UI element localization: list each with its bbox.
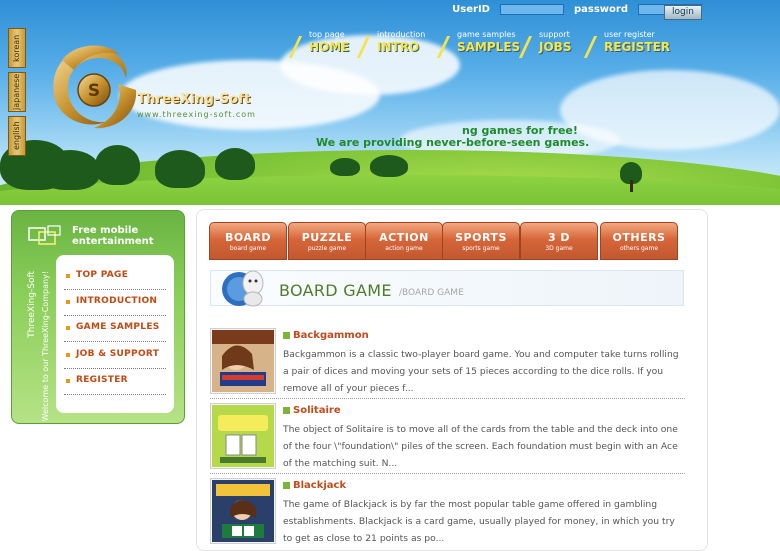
list-item: Solitaire The object of Solitaire is to … <box>210 401 685 474</box>
section-header: BOARD GAME /BOARD GAME <box>210 270 684 307</box>
lang-tab-japanese[interactable]: japanese <box>8 72 26 112</box>
sidebar-item-job-support[interactable]: JOB & SUPPORT <box>64 344 166 369</box>
tab-3d[interactable]: 3 D 3D game <box>520 222 598 260</box>
language-tabs: korean japanese english <box>8 28 26 158</box>
tab-sports[interactable]: SPORTS sports game <box>442 222 520 260</box>
tab-label: ACTION <box>379 231 429 244</box>
logo-url: www.threexing-soft.com <box>137 110 256 119</box>
logo-emblem-icon[interactable]: S <box>44 40 144 135</box>
logo-name[interactable]: ThreeXing-Soft <box>137 92 251 107</box>
tab-others[interactable]: OTHERS others game <box>600 222 678 260</box>
sidebar-item-label: JOB & SUPPORT <box>76 349 160 359</box>
tab-puzzle[interactable]: PUZZLE puzzle game <box>288 222 366 260</box>
game-title[interactable]: Solitaire <box>293 405 341 416</box>
sidebar-title: Free mobile entertainment <box>72 225 154 247</box>
lang-tab-korean[interactable]: korean <box>8 28 26 68</box>
nav-intro-caption: introduction <box>377 30 426 39</box>
nav-register-label[interactable]: REGISTER <box>604 40 670 54</box>
tab-label: PUZZLE <box>301 231 353 244</box>
nav-register-caption: user register <box>604 30 655 39</box>
game-description: The game of Blackjack is by far the most… <box>283 499 675 544</box>
tab-board[interactable]: BOARD board game <box>209 222 287 260</box>
tree <box>330 158 360 176</box>
game-character-icon <box>222 270 264 307</box>
game-description: The object of Solitaire is to move all o… <box>283 424 678 469</box>
tab-caption: board game <box>229 245 267 252</box>
blackjack-thumbnail[interactable] <box>210 478 276 544</box>
list-item: Backgammon Backgammon is a classic two-p… <box>210 326 685 399</box>
game-description: Backgammon is a classic two-player board… <box>283 349 679 394</box>
login-button[interactable]: login <box>664 5 702 20</box>
sidebar-welcome-text: Welcome to our ThreeXing-Company! <box>41 271 50 422</box>
bullet-icon <box>66 326 70 330</box>
tab-caption: 3D game <box>545 245 573 252</box>
tree-trunk <box>630 180 633 192</box>
arrow-bullet-icon <box>283 407 290 414</box>
nav-jobs-caption: support <box>539 30 570 39</box>
bullet-icon <box>66 353 70 357</box>
list-item: Blackjack The game of Blackjack is by fa… <box>210 476 685 548</box>
bullet-icon <box>66 379 70 383</box>
slogan-line-2: We are providing never-before-seen games… <box>316 136 590 149</box>
tree <box>155 150 205 188</box>
sidebar-item-label: REGISTER <box>76 375 128 385</box>
cloud <box>280 35 460 95</box>
tab-caption: sports game <box>462 245 500 252</box>
password-label: password <box>573 4 628 15</box>
sidebar-title-line-1: Free mobile <box>72 225 139 236</box>
tree <box>95 145 140 185</box>
sidebar-item-top-page[interactable]: TOP PAGE <box>64 265 166 290</box>
section-breadcrumb: /BOARD GAME <box>399 288 464 298</box>
tree <box>215 148 255 180</box>
sidebar-title-line-2: entertainment <box>72 236 154 247</box>
header-banner: korean japanese english S ThreeXing-Soft… <box>0 0 780 205</box>
userid-label: UserID <box>452 4 490 15</box>
tab-label: 3 D <box>547 231 571 244</box>
tab-label: SPORTS <box>455 231 507 244</box>
userid-input[interactable] <box>499 4 564 15</box>
sidebar: Free mobile entertainment ThreeXing-Soft… <box>11 210 185 424</box>
solitaire-thumbnail[interactable] <box>210 403 276 469</box>
sidebar-vertical-text: ThreeXing-Soft Welcome to our ThreeXing-… <box>26 271 54 421</box>
sidebar-item-register[interactable]: REGISTER <box>64 370 166 395</box>
bullet-icon <box>66 300 70 304</box>
nav-home-caption: top page <box>309 30 345 39</box>
arrow-bullet-icon <box>283 332 290 339</box>
svg-text:S: S <box>88 81 100 101</box>
nav-intro-label[interactable]: INTRO <box>377 40 419 54</box>
tab-caption: others game <box>619 245 659 252</box>
sidebar-item-label: GAME SAMPLES <box>76 322 160 332</box>
bullet-icon <box>66 274 70 278</box>
game-title[interactable]: Blackjack <box>293 480 346 491</box>
section-title: BOARD GAME <box>279 281 392 300</box>
nav-divider-icon <box>583 36 598 58</box>
nav-divider-icon <box>518 36 533 58</box>
main-content: BOARD board game PUZZLE puzzle game ACTI… <box>196 209 708 551</box>
nav-jobs-label[interactable]: JOBS <box>539 40 571 54</box>
backgammon-thumbnail[interactable] <box>210 328 276 394</box>
tab-label: OTHERS <box>612 231 666 244</box>
nav-home-label[interactable]: HOME <box>309 40 349 54</box>
sidebar-item-label: INTRODUCTION <box>76 296 158 306</box>
tab-label: BOARD <box>224 231 272 244</box>
sidebar-brand-text: ThreeXing-Soft <box>27 271 37 338</box>
arrow-bullet-icon <box>283 482 290 489</box>
tab-action[interactable]: ACTION action game <box>365 222 443 260</box>
sidebar-item-game-samples[interactable]: GAME SAMPLES <box>64 317 166 342</box>
tab-caption: puzzle game <box>307 245 347 252</box>
mobile-screens-icon <box>28 225 61 245</box>
lang-tab-english[interactable]: english <box>8 116 26 156</box>
tab-caption: action game <box>385 245 423 252</box>
sidebar-item-introduction[interactable]: INTRODUCTION <box>64 291 166 316</box>
tree <box>40 150 100 190</box>
tree <box>370 155 408 177</box>
game-title[interactable]: Backgammon <box>293 330 369 341</box>
nav-samples-caption: game samples <box>457 30 516 39</box>
nav-samples-label[interactable]: SAMPLES <box>457 40 520 54</box>
sidebar-item-label: TOP PAGE <box>76 270 129 280</box>
